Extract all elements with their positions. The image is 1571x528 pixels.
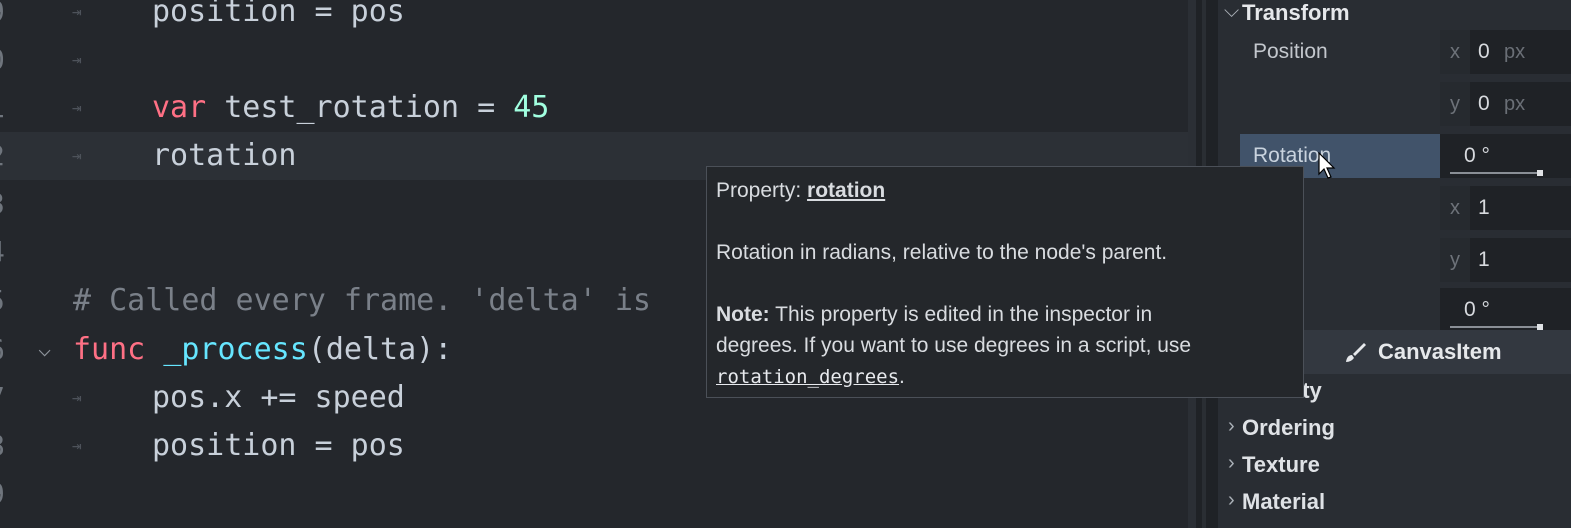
operator: = (477, 90, 496, 125)
canvasitem-title: CanvasItem (1378, 339, 1502, 364)
comment-text: # Called every frame. 'delta' is (73, 283, 651, 318)
function-args: (delta): (307, 332, 453, 367)
position-x-value: 0 (1478, 40, 1490, 63)
scale-y-value: 1 (1478, 248, 1490, 271)
code-line[interactable]: 8 ⇥ position = pos (0, 422, 1188, 470)
code-text: pos.x += speed (152, 380, 405, 415)
position-y-value: 0 (1478, 92, 1490, 115)
tooltip-property-link[interactable]: rotation (807, 179, 885, 202)
code-line[interactable]: 9 (0, 470, 1188, 518)
identifier: test_rotation (224, 90, 460, 125)
axis-y-label: y (1440, 82, 1470, 126)
note-label: Note: (716, 303, 770, 326)
tab-indent-icon: ⇥ (72, 98, 82, 117)
line-number: 7 (0, 374, 5, 422)
note-end: . (899, 365, 905, 388)
rotation-field[interactable]: 0 ° (1440, 134, 1571, 178)
line-number: 3 (0, 180, 5, 228)
tooltip-header: Property: rotation (716, 179, 885, 203)
keyword: func (73, 332, 146, 367)
tab-indent-icon: ⇥ (72, 388, 82, 407)
position-label: Position (1253, 40, 1328, 63)
tooltip-note-line2: degrees. If you want to use degrees in a… (716, 334, 1192, 357)
tab-indent-icon: ⇥ (72, 146, 82, 165)
unit-label: px (1504, 41, 1526, 63)
section-ordering[interactable]: Ordering (1242, 415, 1335, 441)
tooltip-note-line3: rotation_degrees. (716, 365, 905, 389)
axis-x-label: x (1440, 30, 1470, 74)
mouse-pointer-icon (1318, 152, 1336, 179)
line-number: 5 (0, 277, 5, 325)
tab-indent-icon: ⇥ (72, 50, 82, 69)
code-text: func _process(delta): (73, 326, 452, 374)
keyword: var (152, 90, 207, 125)
axis-x-label: x (1440, 186, 1470, 230)
line-number: 6 (0, 326, 5, 374)
line-number: 8 (0, 422, 5, 470)
section-texture[interactable]: Texture (1242, 452, 1320, 478)
code-text: rotation (152, 138, 297, 173)
property-tooltip: Property: rotation Rotation in radians, … (706, 166, 1304, 398)
chevron-down-icon[interactable]: ⌵ (1224, 0, 1239, 23)
code-line[interactable]: 1 ⇥ var test_rotation = 45 (0, 84, 1188, 132)
line-number: 4 (0, 228, 5, 276)
line-number: 0 (0, 36, 5, 84)
number-literal: 45 (513, 90, 550, 125)
code-text: position = pos (152, 0, 405, 29)
skew-field[interactable]: 0 ° (1440, 288, 1571, 332)
tooltip-prefix: Property: (716, 179, 808, 202)
code-text: var test_rotation = 45 (152, 84, 549, 132)
code-line[interactable]: 0 ⇥ (0, 36, 1188, 84)
tab-indent-icon: ⇥ (72, 436, 82, 455)
code-text: position = pos (152, 428, 405, 463)
line-number: 9 (0, 0, 5, 36)
unit-label: px (1504, 93, 1526, 115)
scale-x-value: 1 (1478, 196, 1490, 219)
skew-slider[interactable] (1450, 324, 1543, 330)
axis-y-label: y (1440, 238, 1470, 282)
chevron-right-icon[interactable]: › (1228, 452, 1235, 475)
scale-y-field[interactable]: y 1 (1440, 238, 1571, 282)
tooltip-note: Note: This property is edited in the ins… (716, 303, 1152, 327)
function-name: _process (163, 332, 308, 367)
chevron-right-icon[interactable]: › (1228, 489, 1235, 512)
code-line[interactable]: 9 ⇥ position = pos (0, 0, 1188, 36)
line-number: 1 (0, 84, 5, 132)
section-transform[interactable]: Transform (1242, 0, 1350, 26)
scale-x-field[interactable]: x 1 (1440, 186, 1571, 230)
note-text: This property is edited in the inspector… (769, 303, 1153, 326)
brush-icon (1346, 343, 1366, 362)
line-number: 2 (0, 132, 5, 180)
rotation-degrees-link[interactable]: rotation_degrees (716, 366, 899, 388)
section-material[interactable]: Material (1242, 489, 1325, 515)
fold-chevron-icon[interactable]: ⌵ (38, 326, 51, 374)
tooltip-description: Rotation in radians, relative to the nod… (716, 241, 1168, 264)
rotation-slider[interactable] (1450, 170, 1543, 176)
line-number: 9 (0, 470, 5, 518)
chevron-right-icon[interactable]: › (1228, 415, 1235, 438)
position-x-field[interactable]: x 0 px (1440, 30, 1571, 74)
position-y-field[interactable]: y 0 px (1440, 82, 1571, 126)
tab-indent-icon: ⇥ (72, 2, 82, 21)
